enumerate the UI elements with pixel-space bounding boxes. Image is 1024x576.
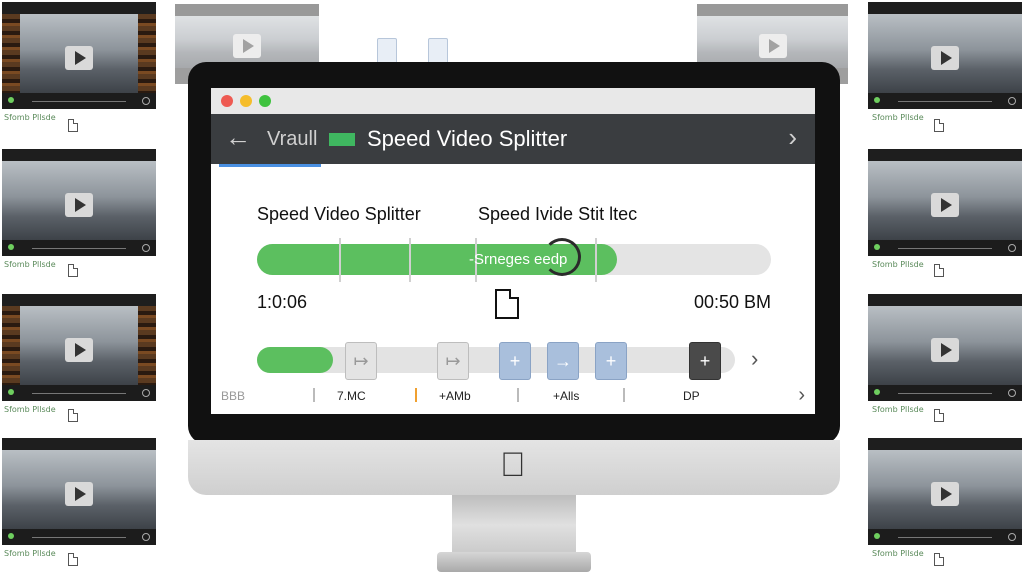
- thumbnail-label: Sfomb Pllsde: [4, 549, 56, 558]
- thumbnail-label: Sfomb Pllsde: [4, 113, 56, 122]
- segment-fill: [257, 347, 333, 373]
- start-time: 1:0:06: [257, 292, 308, 312]
- forward-arrow-icon[interactable]: ›: [788, 122, 797, 153]
- toolbar: ← Vraull Speed Video Splitter ›: [211, 114, 815, 164]
- divider: [415, 388, 417, 402]
- video-thumbnail[interactable]: [868, 294, 1022, 401]
- document-icon: [934, 409, 944, 422]
- seek-handle[interactable]: [543, 238, 581, 276]
- minimize-button[interactable]: [240, 95, 252, 107]
- section-heading: Speed Video Splitter: [257, 204, 421, 224]
- video-thumbnail[interactable]: [868, 149, 1022, 256]
- document-icon[interactable]: [495, 289, 519, 319]
- tab-indicator: [219, 164, 321, 167]
- bottom-bar-item[interactable]: DP: [683, 389, 700, 403]
- clip-file-icon[interactable]: ↦: [437, 342, 469, 380]
- video-thumbnail[interactable]: [2, 294, 156, 401]
- imac-base: [437, 552, 591, 572]
- chevron-right-icon[interactable]: ›: [751, 346, 758, 372]
- video-thumbnail[interactable]: [868, 438, 1022, 545]
- clip-add-icon[interactable]: +: [499, 342, 531, 380]
- document-icon: [934, 553, 944, 566]
- divider: [623, 388, 625, 402]
- bottom-bar-item[interactable]: BBB: [221, 389, 245, 403]
- bottom-bar: BBB 7.MC +AMb +Alls DP ›: [211, 384, 815, 410]
- play-icon[interactable]: [931, 481, 959, 506]
- divider: [313, 388, 315, 402]
- clip-add-icon[interactable]: +: [689, 342, 721, 380]
- file-icon: [377, 38, 397, 64]
- video-thumbnail[interactable]: [868, 2, 1022, 109]
- clip-add-icon[interactable]: +: [595, 342, 627, 380]
- video-thumbnail[interactable]: [2, 2, 156, 109]
- bottom-bar-item[interactable]: +AMb: [439, 389, 471, 403]
- bottom-bar-item[interactable]: +Alls: [553, 389, 579, 403]
- thumbnail-label: Sfomb Pllsde: [872, 405, 924, 414]
- bottom-bar-item[interactable]: 7.MC: [337, 389, 366, 403]
- thumbnail-label: Sfomb Pllsde: [872, 260, 924, 269]
- close-button[interactable]: [221, 95, 233, 107]
- document-icon: [68, 264, 78, 277]
- app-window: ← Vraull Speed Video Splitter › Speed Vi…: [211, 88, 815, 414]
- play-icon[interactable]: [65, 45, 93, 70]
- nav-text: Vraull: [267, 128, 318, 150]
- section-subheading: Speed Ivide Stit ltec: [478, 204, 638, 224]
- play-icon[interactable]: [65, 481, 93, 506]
- thumbnail-label: Sfomb Pllsde: [4, 405, 56, 414]
- clip-forward-icon[interactable]: →: [547, 342, 579, 380]
- chevron-right-icon[interactable]: ›: [798, 384, 805, 407]
- play-icon[interactable]: [65, 337, 93, 362]
- document-icon: [68, 553, 78, 566]
- thumbnail-label: Sfomb Pllsde: [4, 260, 56, 269]
- document-icon: [934, 119, 944, 132]
- play-icon[interactable]: [65, 192, 93, 217]
- tick-mark: [409, 238, 411, 282]
- video-thumbnail[interactable]: [2, 149, 156, 256]
- tick-mark: [339, 238, 341, 282]
- imac-stand: [452, 495, 576, 555]
- clip-file-icon[interactable]: ↦: [345, 342, 377, 380]
- play-icon[interactable]: [931, 337, 959, 362]
- file-icon: [428, 38, 448, 64]
- document-icon: [68, 409, 78, 422]
- title-bar: [211, 88, 815, 114]
- tick-mark: [595, 238, 597, 282]
- play-icon[interactable]: [931, 192, 959, 217]
- document-icon: [68, 119, 78, 132]
- divider: [517, 388, 519, 402]
- thumbnail-label: Sfomb Pllsde: [872, 113, 924, 122]
- app-title: Speed Video Splitter: [367, 126, 568, 151]
- play-icon[interactable]: [931, 45, 959, 70]
- apple-logo-icon: : [500, 448, 526, 482]
- back-arrow-icon[interactable]: ←: [225, 122, 251, 153]
- maximize-button[interactable]: [259, 95, 271, 107]
- video-thumbnail[interactable]: [2, 438, 156, 545]
- play-icon: [233, 33, 261, 58]
- document-icon: [934, 264, 944, 277]
- play-icon: [758, 33, 787, 58]
- thumbnail-label: Sfomb Pllsde: [872, 549, 924, 558]
- status-badge: [329, 133, 355, 146]
- end-time: 00:50 BM: [693, 292, 771, 312]
